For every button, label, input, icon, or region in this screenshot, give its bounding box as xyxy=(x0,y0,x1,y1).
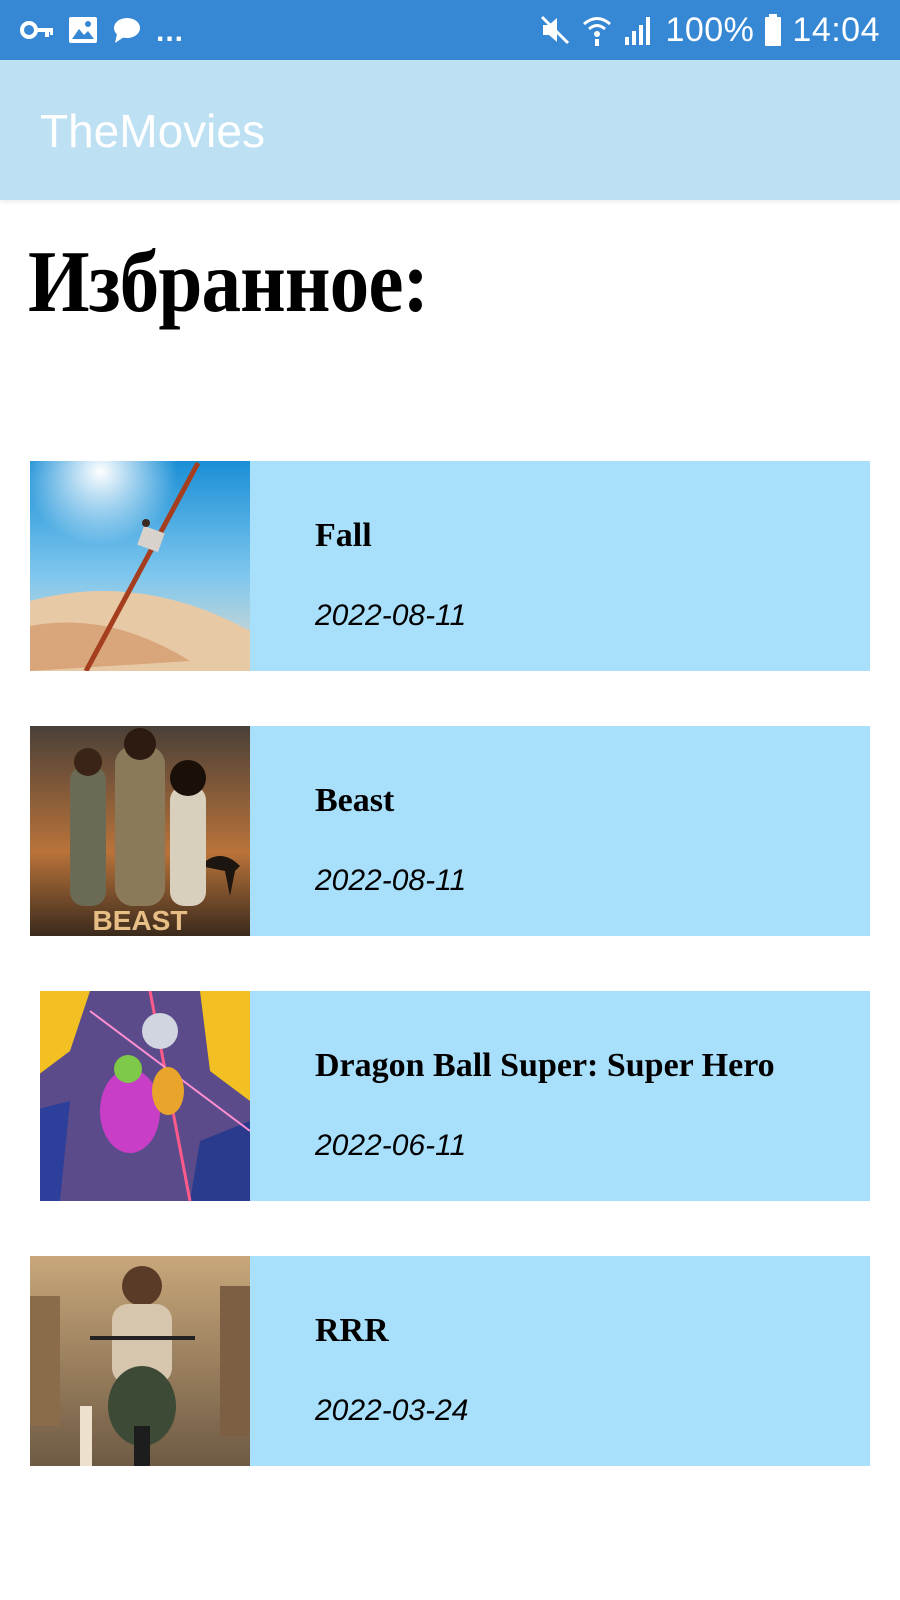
clock: 14:04 xyxy=(792,10,880,49)
movie-release-date: 2022-08-11 xyxy=(315,864,467,897)
movie-card-dragon-ball-super-super-hero[interactable]: Dragon Ball Super: Super Hero 2022-06-11 xyxy=(30,991,870,1201)
app-title: TheMovies xyxy=(40,105,265,157)
movie-poster xyxy=(30,991,250,1201)
movie-title: Dragon Ball Super: Super Hero xyxy=(315,1047,775,1084)
signal-icon xyxy=(623,15,655,45)
key-icon xyxy=(20,18,54,42)
app-bar: TheMovies xyxy=(0,60,900,200)
movie-title: Fall xyxy=(315,517,372,554)
movie-info: Fall 2022-08-11 xyxy=(250,461,870,671)
battery-icon xyxy=(764,14,782,46)
movie-card-beast[interactable]: BEAST Beast 2022-08-11 xyxy=(30,726,870,936)
mute-icon xyxy=(539,14,571,46)
movie-title: Beast xyxy=(315,782,395,819)
movie-title: RRR xyxy=(315,1312,389,1349)
message-icon xyxy=(112,16,142,44)
battery-percentage: 100% xyxy=(665,10,755,49)
poster-logo: BEAST xyxy=(93,905,188,936)
movie-info: RRR 2022-03-24 xyxy=(250,1256,870,1466)
status-bar-left: ... xyxy=(20,10,184,50)
movie-poster xyxy=(30,461,250,671)
movie-release-date: 2022-08-11 xyxy=(315,599,467,632)
page-title: Избранное: xyxy=(28,234,429,331)
movie-poster: BEAST xyxy=(30,726,250,936)
image-icon xyxy=(68,16,98,44)
movie-info: Dragon Ball Super: Super Hero 2022-06-11 xyxy=(250,991,870,1201)
movie-card-rrr[interactable]: RRR 2022-03-24 xyxy=(30,1256,870,1466)
movie-poster xyxy=(30,1256,250,1466)
movie-release-date: 2022-06-11 xyxy=(315,1129,467,1162)
status-bar-right: 100% 14:04 xyxy=(539,10,880,50)
wifi-icon xyxy=(581,13,613,47)
movie-info: Beast 2022-08-11 xyxy=(250,726,870,936)
more-notifications-indicator: ... xyxy=(156,15,185,48)
movie-card-fall[interactable]: Fall 2022-08-11 xyxy=(30,461,870,671)
status-bar: ... 100% 14:04 xyxy=(0,0,900,60)
movie-release-date: 2022-03-24 xyxy=(315,1394,469,1427)
